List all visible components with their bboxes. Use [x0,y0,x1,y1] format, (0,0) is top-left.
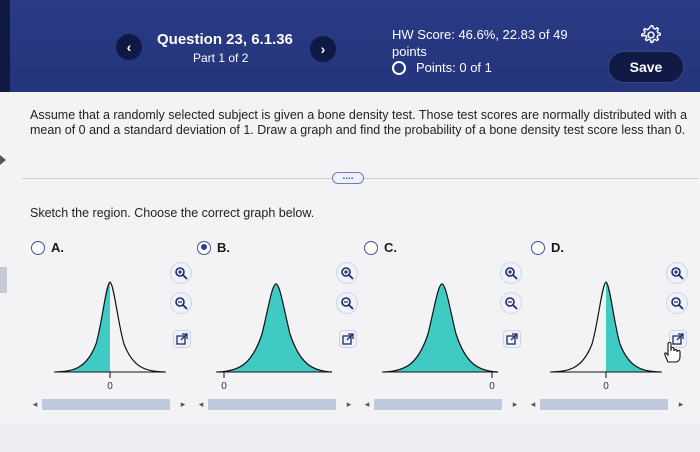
graph-d-zoom-in-button[interactable] [666,262,688,284]
next-question-button[interactable]: › [310,36,336,62]
scroll-track[interactable] [42,399,170,410]
scroll-left-arrow-icon[interactable]: ◂ [196,398,206,410]
instruction-text: Sketch the region. Choose the correct gr… [30,206,315,220]
graph-d-scrollbar[interactable]: ◂ ▸ [528,397,690,411]
expand-more-button[interactable]: .... [332,172,364,184]
question-title: Question 23, 6.1.36 [157,31,293,48]
zoom-in-icon [341,267,354,280]
scroll-left-arrow-icon[interactable]: ◂ [30,398,40,410]
graph-d-zoom-out-button[interactable] [666,292,688,314]
option-d-radio[interactable] [531,240,545,255]
option-c-radio[interactable] [364,240,378,255]
zoom-in-icon [175,267,188,280]
option-b-label: B. [217,240,230,255]
graph-a-zoom-in-button[interactable] [170,262,192,284]
graph-c-axis-label: 0 [489,381,495,392]
scroll-right-arrow-icon[interactable]: ▸ [676,398,686,410]
option-b-radio[interactable] [197,240,211,255]
graph-d: 0 [550,281,662,392]
question-text: Assume that a randomly selected subject … [30,108,688,137]
graph-c-zoom-in-button[interactable] [500,262,522,284]
option-d[interactable]: D. [531,240,564,255]
open-external-icon [506,333,518,345]
chevron-right-icon: › [320,41,326,57]
option-d-label: D. [551,240,564,255]
option-b[interactable]: B. [197,240,230,255]
graph-a-axis-label: 0 [107,381,113,392]
prev-question-button[interactable]: ‹ [116,34,142,60]
graph-a-open-button[interactable] [173,330,191,348]
graph-b-zoom-in-button[interactable] [336,262,358,284]
zoom-out-icon [341,297,354,310]
bottom-area [0,425,700,452]
scroll-left-arrow-icon[interactable]: ◂ [528,398,538,410]
zoom-in-icon [671,267,684,280]
graph-b-axis-label: 0 [221,381,227,392]
option-a-radio[interactable] [31,240,45,255]
save-button[interactable]: Save [608,51,684,83]
option-c-label: C. [384,240,397,255]
scroll-track[interactable] [374,399,502,410]
scroll-right-arrow-icon[interactable]: ▸ [344,398,354,410]
graph-b-zoom-out-button[interactable] [336,292,358,314]
graph-c-open-button[interactable] [503,330,521,348]
scroll-right-arrow-icon[interactable]: ▸ [178,398,188,410]
graph-c-scrollbar[interactable]: ◂ ▸ [362,397,524,411]
option-a[interactable]: A. [31,240,64,255]
graph-b: 0 [216,283,333,392]
open-external-icon [342,333,354,345]
hand-cursor-icon [664,341,681,363]
scroll-right-arrow-icon[interactable]: ▸ [510,398,520,410]
hw-score: HW Score: 46.6%, 22.83 of 49 points [392,27,568,59]
graph-d-axis-label: 0 [603,381,609,392]
points-circle-icon [392,60,406,75]
points-row: Points: 0 of 1 [392,60,492,75]
zoom-out-icon [671,297,684,310]
scroll-track[interactable] [208,399,336,410]
header-bar: ‹ Question 23, 6.1.36 Part 1 of 2 › HW S… [0,0,700,92]
graph-b-scrollbar[interactable]: ◂ ▸ [196,397,358,411]
option-a-label: A. [51,240,64,255]
graph-c-zoom-out-button[interactable] [500,292,522,314]
chevron-left-icon: ‹ [126,39,132,55]
zoom-in-icon [505,267,518,280]
graph-a: 0 [54,281,166,392]
points-text: Points: 0 of 1 [416,60,492,75]
zoom-out-icon [505,297,518,310]
option-c[interactable]: C. [364,240,397,255]
header-left-edge [0,0,10,92]
graph-c: 0 [382,283,499,392]
zoom-out-icon [175,297,188,310]
left-side-tab[interactable] [0,267,7,293]
question-part: Part 1 of 2 [193,51,249,65]
graph-a-zoom-out-button[interactable] [170,292,192,314]
graph-a-scrollbar[interactable]: ◂ ▸ [30,397,192,411]
gear-icon [641,25,661,44]
settings-button[interactable] [640,24,662,46]
scroll-track[interactable] [540,399,668,410]
open-external-icon [176,333,188,345]
side-arrow-icon[interactable] [0,155,6,165]
scroll-left-arrow-icon[interactable]: ◂ [362,398,372,410]
graph-b-open-button[interactable] [339,330,357,348]
